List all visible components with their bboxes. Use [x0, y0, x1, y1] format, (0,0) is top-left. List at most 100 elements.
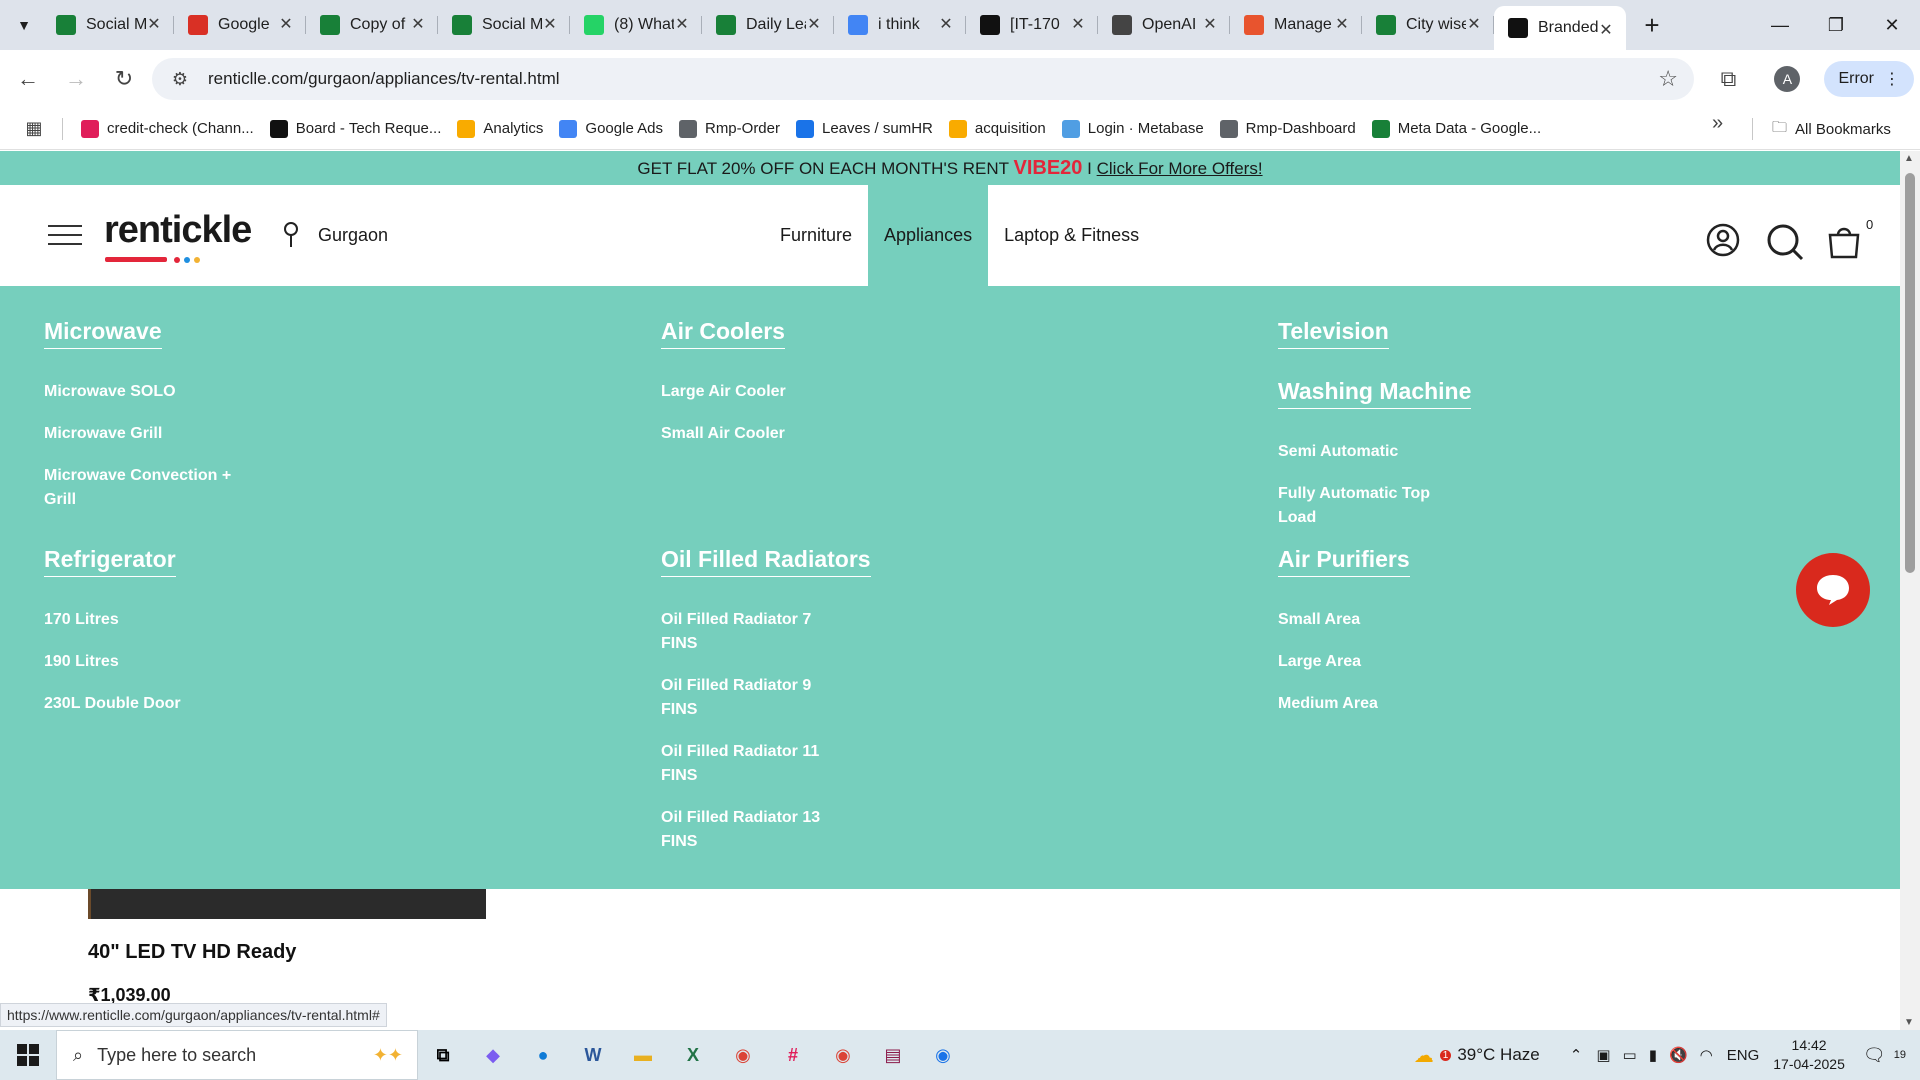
browser-tab[interactable]: Copy of ✕: [306, 0, 438, 50]
chat-button[interactable]: [1796, 553, 1870, 627]
tab-close-icon[interactable]: ✕: [276, 15, 296, 35]
browser-tab[interactable]: Manage ✕: [1230, 0, 1362, 50]
hamburger-menu-icon[interactable]: [48, 225, 82, 247]
display-icon[interactable]: ▭: [1623, 1046, 1637, 1064]
slack-icon[interactable]: #: [768, 1030, 818, 1080]
site-info-icon[interactable]: ⚙: [162, 69, 198, 90]
bookmark-item[interactable]: Google Ads: [551, 113, 671, 145]
bookmark-item[interactable]: Board - Tech Reque...: [262, 113, 450, 145]
address-bar[interactable]: ⚙ renticlle.com/gurgaon/appliances/tv-re…: [152, 58, 1694, 100]
tab-close-icon[interactable]: ✕: [936, 15, 956, 35]
menu-item-radiator-7-fins[interactable]: Oil Filled Radiator 7 FINS: [661, 608, 841, 656]
tab-close-icon[interactable]: ✕: [672, 15, 692, 35]
notifications-icon[interactable]: 🗨: [1863, 1045, 1886, 1066]
menu-item-radiator-9-fins[interactable]: Oil Filled Radiator 9 FINS: [661, 674, 841, 722]
edge-icon[interactable]: ●: [518, 1030, 568, 1080]
browser-tab[interactable]: (8) WhatsApp✕: [570, 0, 702, 50]
menu-category-oil-filled-radiators[interactable]: Oil Filled Radiators: [661, 546, 871, 578]
menu-item-170-litres[interactable]: 170 Litres: [44, 608, 244, 632]
browser-tab[interactable]: i think ✕: [834, 0, 966, 50]
menu-item-fully-automatic-top-load[interactable]: Fully Automatic Top Load: [1278, 482, 1458, 530]
browser-tab[interactable]: [IT-170 ✕: [966, 0, 1098, 50]
tab-close-icon[interactable]: ✕: [1200, 15, 1220, 35]
file-explorer-icon[interactable]: ▬: [618, 1030, 668, 1080]
page-scrollbar[interactable]: ▲ ▼: [1900, 151, 1920, 1030]
weather-text[interactable]: 39°C Haze: [1457, 1045, 1539, 1065]
bookmark-item[interactable]: credit-check (Chann...: [73, 113, 262, 145]
restore-button[interactable]: ❐: [1808, 0, 1864, 50]
cart-icon[interactable]: [1826, 223, 1862, 259]
tab-close-icon[interactable]: ✕: [540, 15, 560, 35]
browser-tab[interactable]: Daily Leads✕: [702, 0, 834, 50]
bookmark-item[interactable]: Login · Metabase: [1054, 113, 1212, 145]
menu-item-microwave-solo[interactable]: Microwave SOLO: [44, 380, 244, 404]
tab-search-button[interactable]: ▼: [6, 7, 42, 43]
copilot-icon[interactable]: ◆: [468, 1030, 518, 1080]
menu-item-large-area[interactable]: Large Area: [1278, 650, 1478, 674]
reload-button[interactable]: ↻: [104, 59, 144, 99]
menu-item-small-area[interactable]: Small Area: [1278, 608, 1478, 632]
clock[interactable]: 14:42 17-04-2025: [1773, 1036, 1845, 1074]
menu-item-semi-automatic[interactable]: Semi Automatic: [1278, 440, 1478, 464]
close-window-button[interactable]: ✕: [1864, 0, 1920, 50]
more-bookmarks-icon[interactable]: »: [1712, 112, 1723, 135]
error-button[interactable]: Error ⋮: [1824, 61, 1914, 97]
url-text[interactable]: renticlle.com/gurgaon/appliances/tv-rent…: [208, 69, 560, 89]
menu-item-microwave-convection[interactable]: Microwave Convection + Grill: [44, 464, 234, 512]
tab-close-icon[interactable]: ✕: [1596, 21, 1616, 41]
bookmark-item[interactable]: Analytics: [449, 113, 551, 145]
wifi-icon[interactable]: ◠: [1700, 1046, 1713, 1064]
menu-item-medium-area[interactable]: Medium Area: [1278, 692, 1478, 716]
bookmark-item[interactable]: acquisition: [941, 113, 1054, 145]
browser-tab[interactable]: Google ✕: [174, 0, 306, 50]
all-bookmarks-button[interactable]: 🗀 All Bookmarks: [1772, 113, 1891, 145]
menu-category-air-coolers[interactable]: Air Coolers: [661, 318, 785, 350]
task-view-icon[interactable]: ⧉: [418, 1030, 468, 1080]
apps-grid-icon[interactable]: ▦: [18, 113, 50, 145]
tab-close-icon[interactable]: ✕: [144, 15, 164, 35]
menu-item-230l-double-door[interactable]: 230L Double Door: [44, 692, 244, 716]
browser-tab[interactable]: Branded ✕: [1494, 6, 1626, 50]
new-tab-button[interactable]: +: [1632, 5, 1672, 45]
meet-icon[interactable]: ▣: [1596, 1046, 1610, 1064]
volume-muted-icon[interactable]: 🔇: [1669, 1046, 1688, 1064]
nav-appliances[interactable]: Appliances: [868, 185, 989, 286]
menu-item-microwave-grill[interactable]: Microwave Grill: [44, 422, 244, 446]
account-icon[interactable]: [1706, 223, 1740, 257]
nav-laptop-fitness[interactable]: Laptop & Fitness: [988, 185, 1155, 286]
chrome-profile-icon[interactable]: ◉: [918, 1030, 968, 1080]
tab-close-icon[interactable]: ✕: [1464, 15, 1484, 35]
tab-close-icon[interactable]: ✕: [408, 15, 428, 35]
show-hidden-icons-chevron-icon[interactable]: ⌃: [1570, 1046, 1583, 1064]
scrollbar-thumb[interactable]: [1905, 173, 1915, 573]
menu-category-washing-machine[interactable]: Washing Machine: [1278, 378, 1472, 410]
browser-tab[interactable]: Social Media✕: [42, 0, 174, 50]
profile-avatar[interactable]: A: [1774, 66, 1801, 92]
chrome-profile-icon[interactable]: ◉: [818, 1030, 868, 1080]
bookmark-item[interactable]: Rmp-Order: [671, 113, 788, 145]
winrar-icon[interactable]: ▤: [868, 1030, 918, 1080]
tab-close-icon[interactable]: ✕: [1332, 15, 1352, 35]
tab-close-icon[interactable]: ✕: [1068, 15, 1088, 35]
city-selector[interactable]: Gurgaon: [318, 225, 388, 246]
browser-tab[interactable]: Social Media✕: [438, 0, 570, 50]
language-indicator[interactable]: ENG: [1727, 1047, 1760, 1064]
menu-item-small-air-cooler[interactable]: Small Air Cooler: [661, 422, 861, 446]
location-pin-icon[interactable]: [282, 221, 300, 249]
back-button[interactable]: ←: [8, 59, 48, 99]
battery-icon[interactable]: ▮: [1649, 1046, 1657, 1064]
weather-icon[interactable]: ☁: [1414, 1043, 1434, 1068]
minimize-button[interactable]: —: [1752, 0, 1808, 50]
menu-category-air-purifiers[interactable]: Air Purifiers: [1278, 546, 1410, 578]
extensions-icon[interactable]: ⧉: [1708, 59, 1748, 99]
word-icon[interactable]: W: [568, 1030, 618, 1080]
product-image[interactable]: [88, 889, 486, 919]
site-logo[interactable]: rentickle: [104, 209, 252, 252]
taskbar-search-box[interactable]: ⌕ Type here to search ✦✦: [56, 1030, 418, 1080]
chrome-icon[interactable]: ◉: [718, 1030, 768, 1080]
tab-close-icon[interactable]: ✕: [804, 15, 824, 35]
menu-item-radiator-13-fins[interactable]: Oil Filled Radiator 13 FINS: [661, 806, 841, 854]
menu-category-television[interactable]: Television: [1278, 318, 1389, 350]
bookmark-item[interactable]: Rmp-Dashboard: [1212, 113, 1364, 145]
scroll-up-arrow-icon[interactable]: ▲: [1904, 153, 1914, 164]
